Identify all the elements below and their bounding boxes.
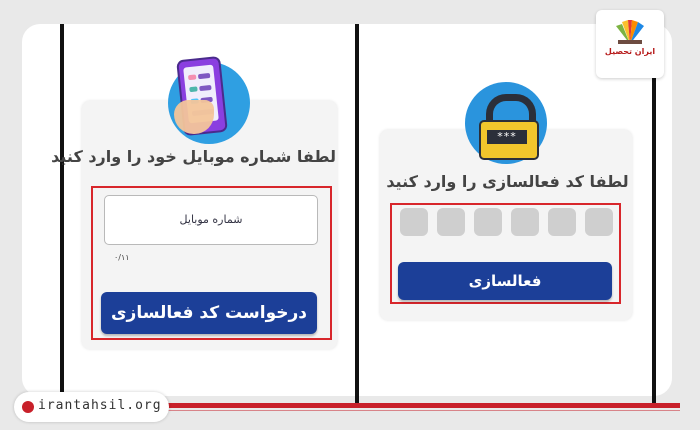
otp-digit-input[interactable] <box>548 208 576 236</box>
otp-digit-input[interactable] <box>400 208 428 236</box>
otp-digit-input[interactable] <box>474 208 502 236</box>
otp-digit-input[interactable] <box>437 208 465 236</box>
otp-digit-input[interactable] <box>585 208 613 236</box>
book-fan-icon <box>616 20 644 44</box>
phone-entry-title: لطفا شماره موبایل خود را وارد کنید <box>51 147 336 166</box>
lock-password-text: *** <box>487 130 527 144</box>
brand-logo-text: ایران تحصیل <box>604 47 656 56</box>
otp-digit-input[interactable] <box>511 208 539 236</box>
divider-line <box>652 24 656 404</box>
activation-code-title: لطفا کد فعالسازی را وارد کنید <box>386 172 629 191</box>
site-url[interactable]: irantahsil.org <box>38 398 162 413</box>
mobile-number-input[interactable]: شماره موبایل <box>104 195 318 245</box>
activate-button[interactable]: فعالسازی <box>398 262 612 300</box>
divider-line <box>355 24 359 404</box>
footer-line <box>120 410 680 411</box>
char-counter: ۰/۱۱ <box>114 253 130 262</box>
request-activation-code-button[interactable]: درخواست کد فعالسازی <box>101 292 317 334</box>
footer-bar <box>120 403 680 408</box>
divider-line <box>60 24 64 404</box>
globe-icon <box>22 401 34 413</box>
